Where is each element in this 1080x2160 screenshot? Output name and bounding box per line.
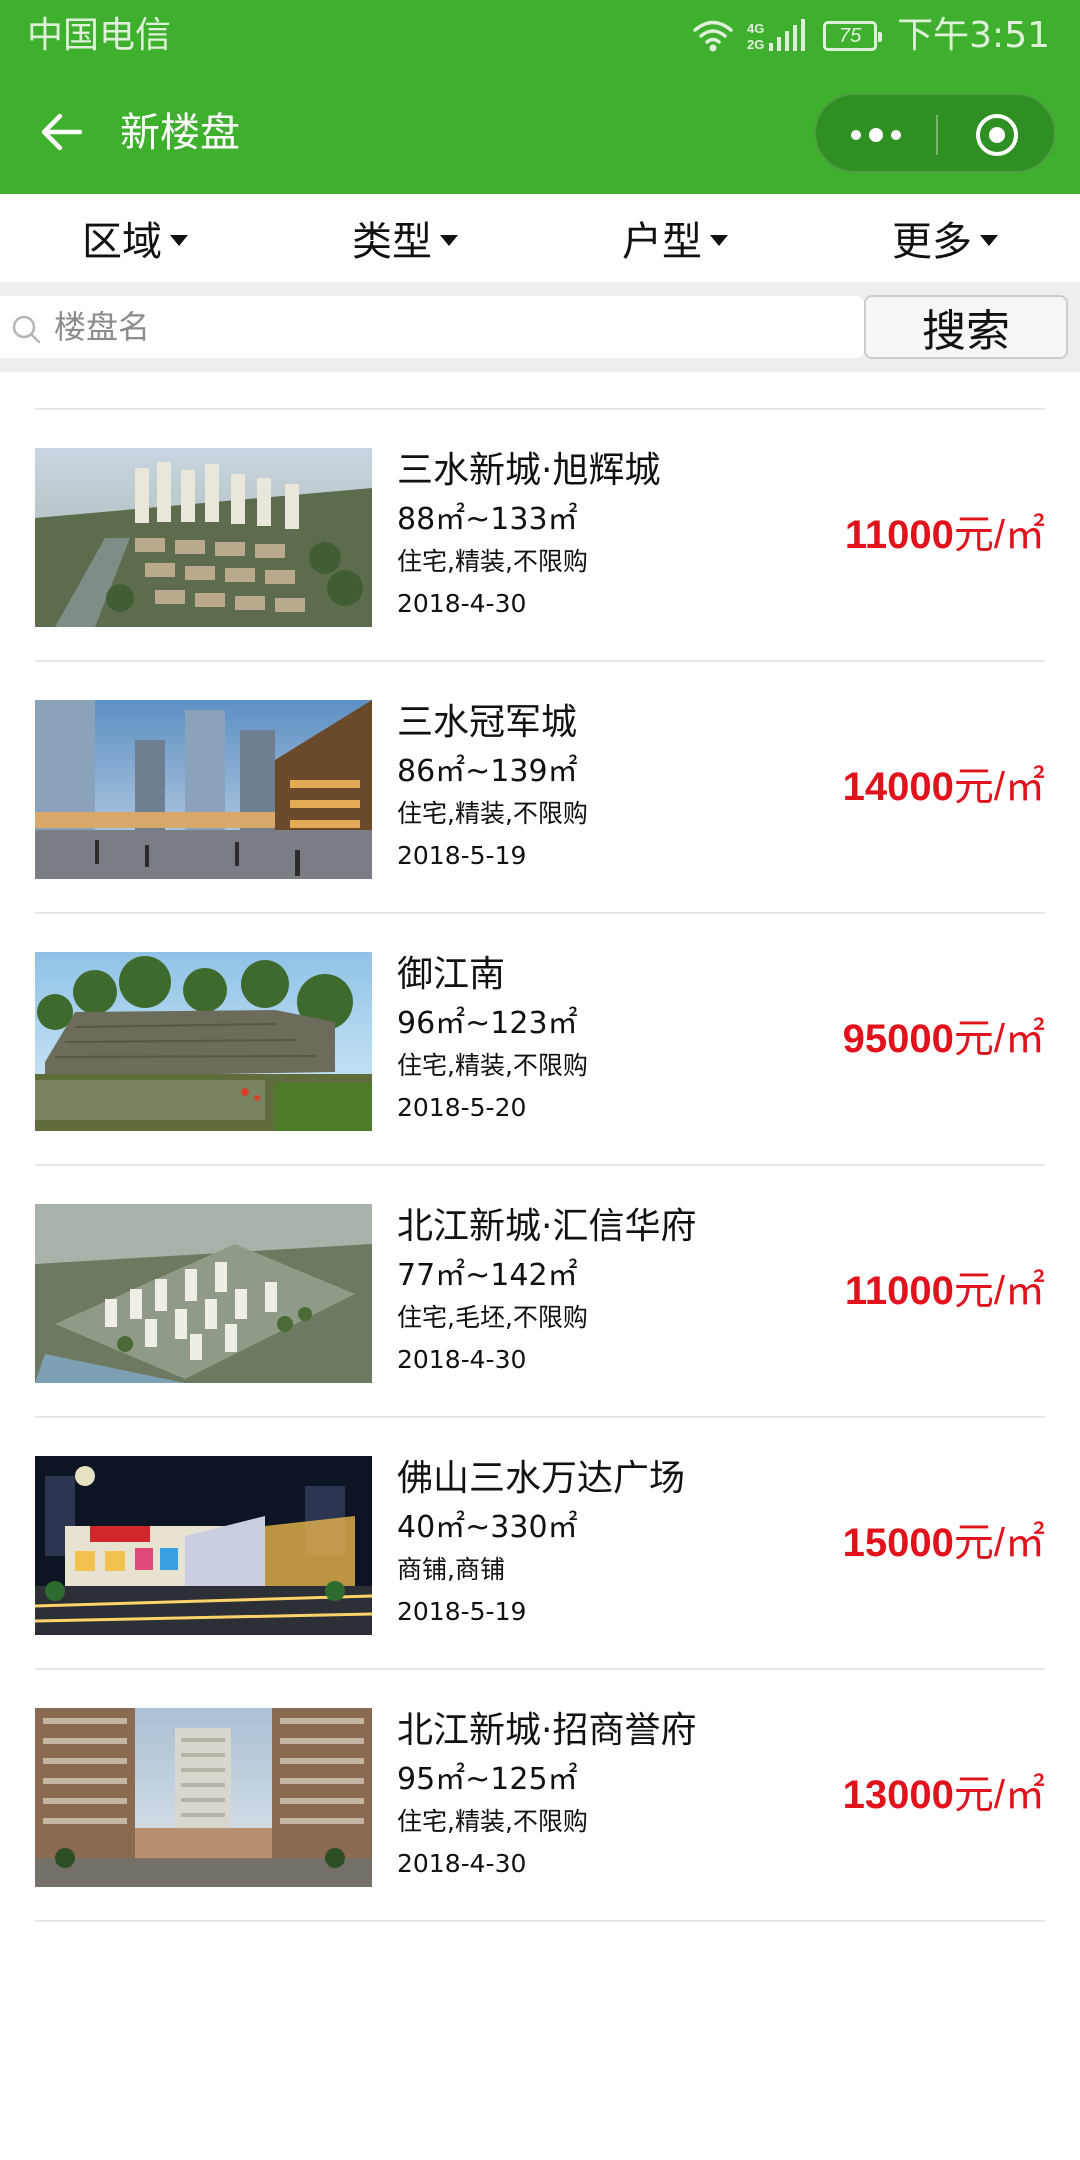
listing-area: 96㎡~123㎡ <box>397 1006 578 1041</box>
listing-area: 86㎡~139㎡ <box>397 754 578 789</box>
listing-date: 2018-4-30 <box>397 1849 527 1878</box>
filter-region[interactable]: 区域 <box>0 194 270 282</box>
listing-info: 北江新城·汇信华府 77㎡~142㎡ 住宅,毛坯,不限购 2018-4-30 <box>397 1204 837 1378</box>
screen: 中国电信 4G 2G 75 下午3:51 新楼盘 区域 类型 户型 更多 楼盘名… <box>0 0 1080 2160</box>
listing-info: 御江南 96㎡~123㎡ 住宅,精装,不限购 2018-5-20 <box>397 952 837 1126</box>
listing-item[interactable]: 北江新城·汇信华府 77㎡~142㎡ 住宅,毛坯,不限购 2018-4-30 1… <box>35 1166 1045 1418</box>
svg-text:4G: 4G <box>747 21 764 36</box>
price-unit: 元/㎡ <box>953 1017 1045 1061</box>
listing-tags: 住宅,精装,不限购 <box>397 547 588 576</box>
listing-image <box>35 1204 372 1383</box>
price-unit: 元/㎡ <box>953 1773 1045 1817</box>
filter-label: 更多 <box>892 219 972 265</box>
listing-name: 北江新城·招商誉府 <box>397 1710 697 1751</box>
listing-info: 佛山三水万达广场 40㎡~330㎡ 商铺,商铺 2018-5-19 <box>397 1456 837 1630</box>
search-button[interactable]: 搜索 <box>864 295 1068 359</box>
listing-tags: 住宅,精装,不限购 <box>397 1051 588 1080</box>
listing-item[interactable]: 三水冠军城 86㎡~139㎡ 住宅,精装,不限购 2018-5-19 14000… <box>35 662 1045 914</box>
filter-bar: 区域 类型 户型 更多 <box>0 194 1080 282</box>
listing-date: 2018-4-30 <box>397 1345 527 1374</box>
listing-area: 77㎡~142㎡ <box>397 1258 578 1293</box>
price-value: 11000 <box>844 1269 954 1313</box>
filter-type[interactable]: 类型 <box>270 194 540 282</box>
caret-down-icon <box>440 234 458 246</box>
caret-down-icon <box>980 234 998 246</box>
cellular-signal-icon: 4G 2G <box>747 19 809 53</box>
listing-area: 88㎡~133㎡ <box>397 502 578 537</box>
svg-text:2G: 2G <box>747 37 764 52</box>
search-box <box>0 296 864 358</box>
listing-date: 2018-4-30 <box>397 589 527 618</box>
listing-tags: 住宅,毛坯,不限购 <box>397 1303 588 1332</box>
listing-price: 11000元/㎡ <box>845 510 1045 560</box>
listing-item[interactable]: 北江新城·招商誉府 95㎡~125㎡ 住宅,精装,不限购 2018-4-30 1… <box>35 1670 1045 1922</box>
battery-icon: 75 <box>823 21 883 51</box>
listing-list: 三水新城·旭辉城 88㎡~133㎡ 住宅,精装,不限购 2018-4-30 11… <box>0 408 1080 1922</box>
listing-price: 11000元/㎡ <box>845 1266 1045 1316</box>
listing-date: 2018-5-19 <box>397 841 527 870</box>
listing-image <box>35 448 372 627</box>
listing-price: 15000元/㎡ <box>843 1518 1045 1568</box>
listing-tags: 住宅,精装,不限购 <box>397 799 588 828</box>
price-value: 13000 <box>842 1773 954 1817</box>
listing-info: 北江新城·招商誉府 95㎡~125㎡ 住宅,精装,不限购 2018-4-30 <box>397 1708 837 1882</box>
listing-date: 2018-5-20 <box>397 1093 527 1122</box>
listing-name: 三水冠军城 <box>397 702 578 743</box>
listing-item[interactable]: 三水新城·旭辉城 88㎡~133㎡ 住宅,精装,不限购 2018-4-30 11… <box>35 410 1045 662</box>
listing-info: 三水冠军城 86㎡~139㎡ 住宅,精装,不限购 2018-5-19 <box>397 700 837 874</box>
listing-price: 13000元/㎡ <box>843 1770 1045 1820</box>
listing-tags: 住宅,精装,不限购 <box>397 1807 588 1836</box>
filter-more[interactable]: 更多 <box>810 194 1080 282</box>
listing-image <box>35 700 372 879</box>
status-icons: 4G 2G 75 下午3:51 <box>693 14 1050 58</box>
price-unit: 元/㎡ <box>953 1521 1045 1565</box>
search-bar: 搜索 <box>0 282 1080 372</box>
listing-item[interactable]: 佛山三水万达广场 40㎡~330㎡ 商铺,商铺 2018-5-19 15000元… <box>35 1418 1045 1670</box>
price-value: 14000 <box>842 765 954 809</box>
caret-down-icon <box>710 234 728 246</box>
listing-area: 40㎡~330㎡ <box>397 1510 578 1545</box>
listing-price: 95000元/㎡ <box>843 1014 1045 1064</box>
carrier-name: 中国电信 <box>27 15 172 56</box>
listing-image <box>35 1456 372 1635</box>
price-unit: 元/㎡ <box>953 765 1045 809</box>
filter-label: 类型 <box>352 219 432 265</box>
wifi-icon <box>693 19 733 53</box>
clock: 下午3:51 <box>897 15 1050 56</box>
filter-layout[interactable]: 户型 <box>540 194 810 282</box>
price-unit: 元/㎡ <box>953 513 1045 557</box>
price-value: 11000 <box>844 513 954 557</box>
filter-label: 区域 <box>82 219 162 265</box>
price-unit: 元/㎡ <box>953 1269 1045 1313</box>
listing-name: 北江新城·汇信华府 <box>397 1206 697 1247</box>
listing-image <box>35 1708 372 1887</box>
header: 中国电信 4G 2G 75 下午3:51 新楼盘 <box>0 0 1080 194</box>
more-dots-icon[interactable] <box>816 95 936 175</box>
listing-tags: 商铺,商铺 <box>397 1555 505 1584</box>
close-target-icon[interactable] <box>938 95 1056 175</box>
listing-name: 御江南 <box>397 954 506 995</box>
mini-program-capsule <box>814 93 1056 173</box>
listing-name: 三水新城·旭辉城 <box>397 450 661 491</box>
caret-down-icon <box>170 234 188 246</box>
price-value: 15000 <box>842 1521 954 1565</box>
listing-area: 95㎡~125㎡ <box>397 1762 578 1797</box>
listing-name: 佛山三水万达广场 <box>397 1458 686 1499</box>
search-input[interactable] <box>54 296 844 358</box>
filter-label: 户型 <box>622 219 702 265</box>
back-arrow-icon[interactable] <box>38 108 86 156</box>
page-title: 新楼盘 <box>120 110 240 156</box>
listing-price: 14000元/㎡ <box>843 762 1045 812</box>
listing-image <box>35 952 372 1131</box>
price-value: 95000 <box>842 1017 954 1061</box>
search-icon <box>10 313 42 345</box>
listing-item[interactable]: 御江南 96㎡~123㎡ 住宅,精装,不限购 2018-5-20 95000元/… <box>35 914 1045 1166</box>
listing-date: 2018-5-19 <box>397 1597 527 1626</box>
listing-info: 三水新城·旭辉城 88㎡~133㎡ 住宅,精装,不限购 2018-4-30 <box>397 448 837 622</box>
